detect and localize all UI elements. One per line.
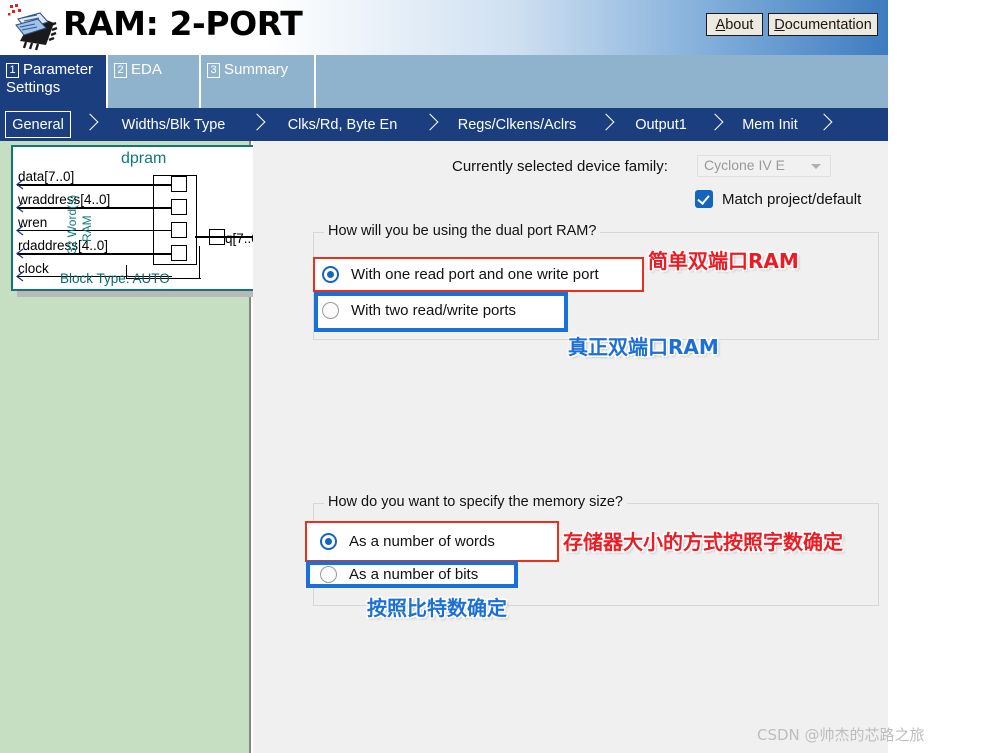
symbol-block-type-label: Block Type: AUTO: [60, 271, 170, 286]
breadcrumb-label-general: General: [12, 116, 64, 133]
breadcrumb-label-regs: Regs/Clkens/Aclrs: [457, 116, 577, 133]
match-project-default-checkbox-row[interactable]: Match project/default: [695, 190, 861, 208]
radio-label-number-of-words: As a number of words: [349, 533, 495, 550]
device-family-value: Cyclone IV E: [704, 157, 785, 173]
radio-row-number-of-words[interactable]: As a number of words: [320, 533, 495, 550]
breadcrumb-label-clks: Clks/Rd, Byte En: [287, 116, 398, 133]
tab-number-2: 2: [114, 63, 127, 78]
chevron-right-icon-5: [707, 116, 727, 134]
breadcrumb-label-output1: Output1: [635, 116, 687, 133]
tab-parameter-settings[interactable]: 1 Parameter Settings: [0, 55, 108, 108]
radio-two-read-write[interactable]: [322, 302, 339, 319]
breadcrumb-label-mem-init: Mem Init: [742, 116, 798, 133]
documentation-mnemonic: D: [774, 16, 785, 33]
radio-label-one-read-one-write: With one read port and one write port: [351, 266, 599, 283]
radio-label-two-read-write: With two read/write ports: [351, 302, 517, 319]
megafunction-chip-icon: [8, 4, 58, 51]
ram-words-label: 32 Word(s): [65, 194, 79, 254]
breadcrumb-clks-rd-byte-en[interactable]: Clks/Rd, Byte En: [275, 108, 410, 141]
radio-one-read-one-write[interactable]: [322, 266, 339, 283]
page-title: RAM: 2-PORT: [63, 4, 303, 43]
tab-number-3: 3: [207, 63, 220, 78]
breadcrumb-label-widths: Widths/Blk Type: [121, 116, 226, 133]
about-button[interactable]: About: [706, 13, 763, 36]
documentation-label-rest: ocumentation: [784, 16, 872, 33]
annotation-memory-size-by-words: 存储器大小的方式按照字数确定: [563, 530, 843, 554]
chevron-right-icon-6: [816, 116, 836, 134]
radio-label-number-of-bits: As a number of bits: [349, 566, 479, 583]
symbol-block-diagram: dpram data[7..0] wraddress[4..0] wren rd…: [11, 145, 274, 291]
watermark: CSDN @帅杰的芯路之旅: [757, 726, 925, 744]
device-family-select[interactable]: Cyclone IV E: [697, 155, 831, 177]
page-tab-strip: 1 Parameter Settings 2 EDA 3 Summary: [0, 55, 888, 108]
annotation-simple-dual-port-ram: 简单双端口RAM: [648, 249, 799, 273]
chevron-right-icon-4: [598, 116, 618, 134]
chevron-right-icon-1: [82, 116, 102, 134]
annotation-true-dual-port-ram: 真正双端口RAM: [568, 335, 719, 359]
symbol-preview-panel: dpram data[7..0] wraddress[4..0] wren rd…: [0, 141, 280, 753]
match-project-default-checkbox[interactable]: [695, 190, 713, 208]
application-window: RAM: 2-PORT About Documentation 1 Paramet…: [0, 0, 985, 753]
group-dual-port-usage-title: How will you be using the dual port RAM?: [324, 223, 601, 239]
chevron-right-icon-2: [249, 116, 269, 134]
radio-row-two-read-write[interactable]: With two read/write ports: [322, 302, 516, 319]
annotation-by-bits: 按照比特数确定: [367, 596, 507, 620]
tab-label-eda: EDA: [131, 61, 162, 78]
chevron-right-icon-3: [422, 116, 442, 134]
radio-row-one-read-one-write[interactable]: With one read port and one write port: [322, 266, 599, 283]
group-memory-size-title: How do you want to specify the memory si…: [324, 494, 627, 510]
breadcrumb-mem-init[interactable]: Mem Init: [731, 108, 809, 141]
breadcrumb: General Widths/Blk Type Clks/Rd, Byte En…: [0, 108, 888, 141]
tab-number-1: 1: [6, 63, 19, 78]
radio-row-number-of-bits[interactable]: As a number of bits: [320, 566, 478, 583]
device-family-label: Currently selected device family:: [452, 158, 668, 175]
wire-clock-out: [199, 246, 201, 279]
chevron-down-icon: [811, 164, 821, 169]
breadcrumb-output1[interactable]: Output1: [622, 108, 700, 141]
radio-number-of-bits[interactable]: [320, 566, 337, 583]
about-label-rest: bout: [725, 16, 754, 33]
tab-label-parameter-settings: Parameter Settings: [6, 61, 94, 96]
tab-label-summary: Summary: [224, 61, 289, 78]
tab-summary[interactable]: 3 Summary: [201, 55, 316, 108]
breadcrumb-widths-blk-type[interactable]: Widths/Blk Type: [110, 108, 237, 141]
tab-eda[interactable]: 2 EDA: [108, 55, 201, 108]
breadcrumb-general[interactable]: General: [5, 111, 71, 138]
ram-type-label: RAM: [80, 215, 94, 242]
match-project-default-label: Match project/default: [722, 190, 862, 208]
radio-number-of-words[interactable]: [320, 533, 337, 550]
breadcrumb-regs-clkens-aclrs[interactable]: Regs/Clkens/Aclrs: [447, 108, 587, 141]
title-bar: RAM: 2-PORT About Documentation: [0, 0, 888, 55]
documentation-button[interactable]: Documentation: [768, 13, 878, 36]
about-mnemonic: A: [715, 16, 726, 33]
